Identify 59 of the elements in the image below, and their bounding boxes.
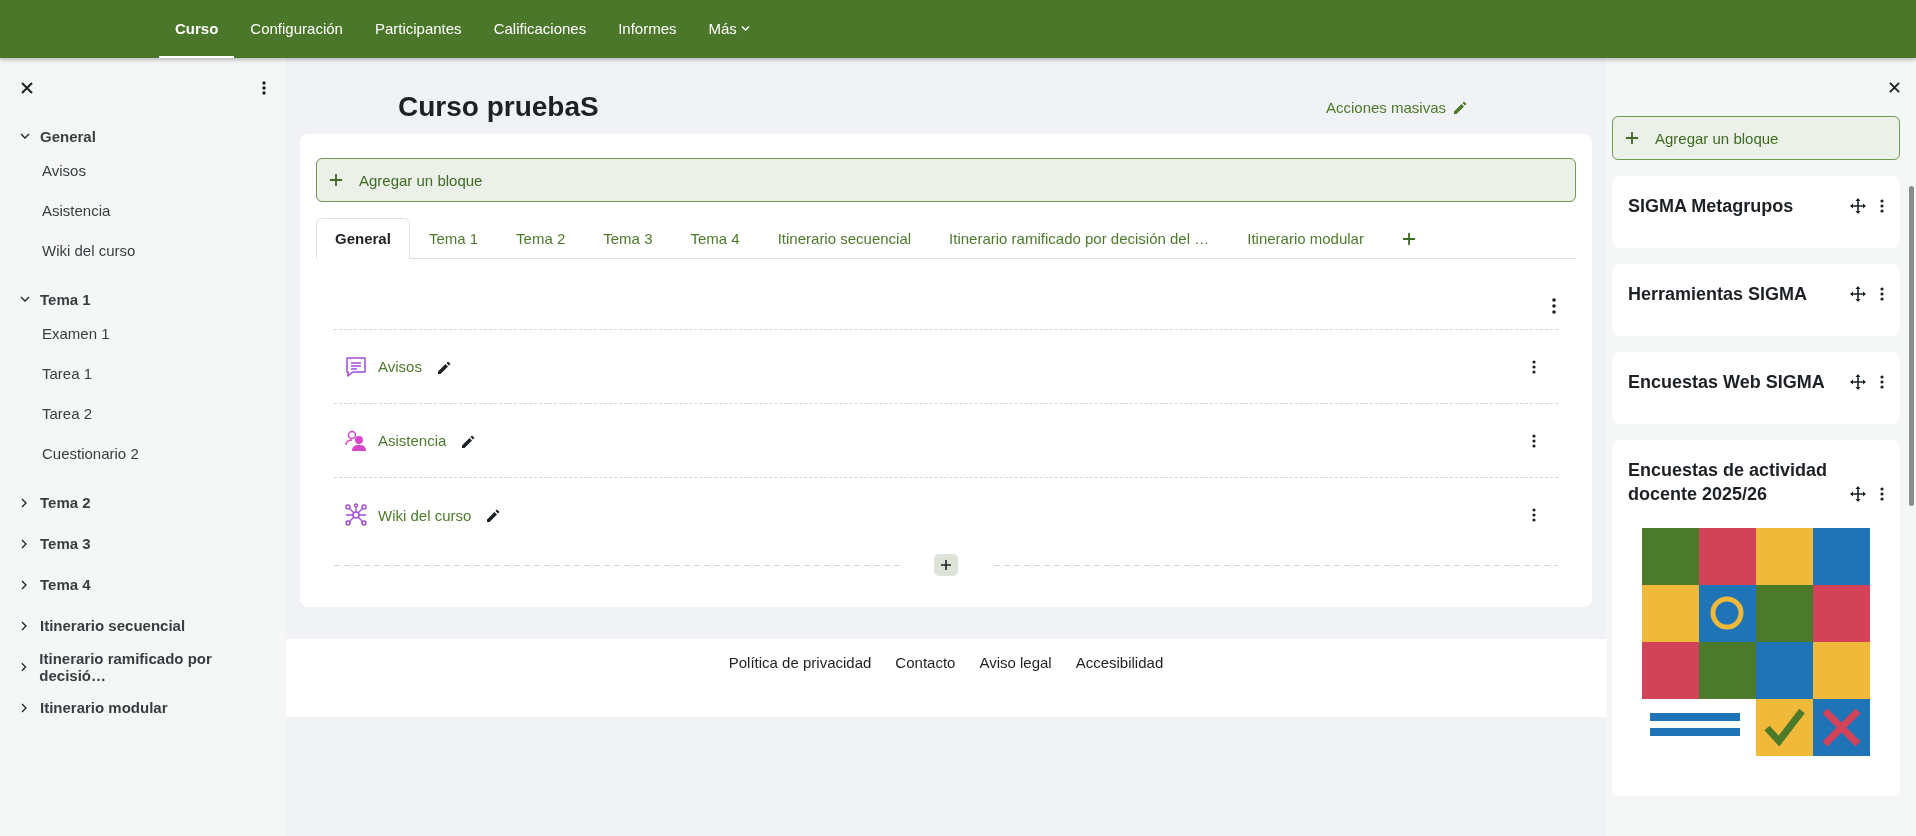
more-options-icon[interactable]	[262, 81, 266, 95]
section-item[interactable]: Itinerario modular	[0, 693, 286, 722]
block-title: SIGMA Metagrupos	[1628, 195, 1795, 218]
section-item[interactable]: Tema 3	[0, 529, 286, 558]
people-icon	[344, 428, 368, 453]
scrollbar[interactable]	[1909, 186, 1914, 506]
activity-link[interactable]: Asistencia	[378, 432, 447, 449]
close-icon[interactable]	[21, 82, 33, 94]
bulk-actions-link[interactable]: Acciones masivas	[1325, 98, 1468, 116]
activity-link[interactable]: Tarea 1	[0, 354, 286, 394]
activity-link[interactable]: Avisos	[378, 358, 422, 375]
activity-link[interactable]: Asistencia	[0, 191, 286, 231]
network-icon	[344, 503, 368, 527]
activity-link[interactable]: Wiki del curso	[0, 231, 286, 271]
activity-link[interactable]: Avisos	[0, 151, 286, 191]
section-tab[interactable]: Tema 3	[584, 218, 672, 258]
more-options-icon[interactable]	[1532, 433, 1536, 448]
footer-link[interactable]: Contacto	[895, 654, 956, 717]
plus-icon	[1625, 131, 1639, 145]
pencil-icon	[1452, 99, 1468, 115]
more-options-icon[interactable]	[1532, 359, 1536, 374]
nav-tab[interactable]: Calificaciones	[477, 0, 603, 58]
activity-link[interactable]: Examen 1	[0, 314, 286, 354]
page-title: Curso pruebaS	[398, 91, 599, 123]
section-item[interactable]: Tema 2	[0, 488, 286, 517]
more-options-icon[interactable]	[1532, 508, 1536, 522]
add-activity-icon[interactable]	[934, 554, 958, 576]
nav-tab[interactable]: Configuración	[234, 0, 359, 58]
section-tab[interactable]: Itinerario modular	[1228, 218, 1383, 258]
block-title: Encuestas de actividad docente 2025/26	[1628, 459, 1829, 506]
add-block-button[interactable]: Agregar un bloque	[1612, 116, 1900, 160]
nav-tab[interactable]: Participantes	[358, 0, 478, 58]
footer-link[interactable]: Política de privacidad	[728, 654, 872, 717]
speech-bubble-icon	[344, 354, 368, 379]
section-item[interactable]: Tema 4	[0, 570, 286, 599]
section-item[interactable]: Itinerario secuencial	[0, 611, 286, 640]
section-item[interactable]: Tema 1	[0, 285, 286, 314]
activity-link[interactable]: Tarea 2	[0, 394, 286, 434]
section-tab[interactable]: Tema 1	[409, 218, 498, 258]
caret-icon	[740, 24, 750, 32]
section-tab[interactable]: Itinerario ramificado por decisión del …	[930, 218, 1229, 258]
nav-tab[interactable]: Más	[692, 0, 766, 58]
close-icon[interactable]	[1889, 81, 1900, 93]
section-tab[interactable]: General	[316, 218, 410, 259]
section-item[interactable]: Itinerario ramificado por decisió…	[0, 652, 286, 681]
block-title: Herramientas SIGMA	[1628, 283, 1809, 306]
section-tab[interactable]: Itinerario secuencial	[758, 218, 931, 258]
footer-link[interactable]: Accesibilidad	[1075, 654, 1164, 717]
section-item[interactable]: General	[0, 122, 286, 151]
footer-link[interactable]: Aviso legal	[979, 654, 1052, 717]
plus-icon	[329, 173, 343, 187]
nav-tab[interactable]: Informes	[602, 0, 693, 58]
block-title: Encuestas Web SIGMA	[1628, 371, 1826, 394]
section-tab[interactable]: Tema 4	[671, 218, 759, 258]
section-tab[interactable]: Tema 2	[497, 218, 585, 258]
add-block-button[interactable]: Agregar un bloque	[316, 158, 1576, 202]
activity-link[interactable]: Wiki del curso	[378, 506, 472, 524]
edit-icon[interactable]	[485, 507, 502, 523]
activity-link[interactable]: Cuestionario 2	[0, 434, 286, 474]
